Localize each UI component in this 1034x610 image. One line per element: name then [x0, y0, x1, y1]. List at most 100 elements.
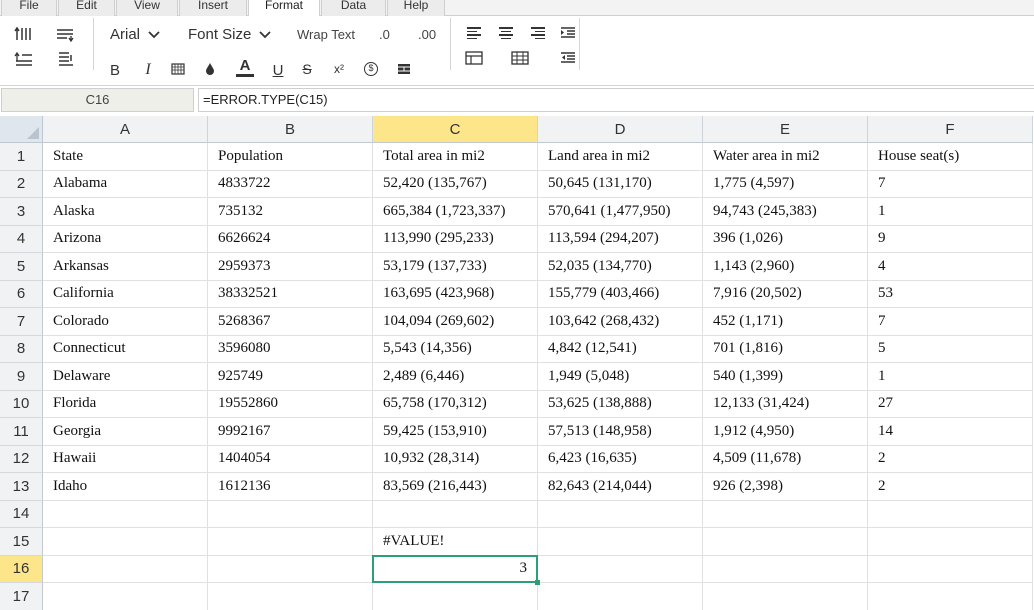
cell-d7[interactable]: 103,642 (268,432): [538, 308, 703, 336]
row-header-11[interactable]: 11: [0, 418, 43, 446]
cell-a10[interactable]: Florida: [43, 390, 208, 418]
cell-f11[interactable]: 14: [868, 418, 1033, 446]
cell-b1[interactable]: Population: [208, 143, 373, 171]
cell-a6[interactable]: California: [43, 280, 208, 308]
menu-tab-help[interactable]: Help: [387, 0, 445, 16]
cell-c6[interactable]: 163,695 (423,968): [373, 280, 538, 308]
indent-icon[interactable]: [557, 22, 579, 44]
cell-c5[interactable]: 53,179 (137,733): [373, 253, 538, 281]
underline-button[interactable]: U: [267, 59, 289, 81]
cell-reference-box[interactable]: C16: [1, 88, 194, 112]
cell-e1[interactable]: Water area in mi2: [703, 143, 868, 171]
cell-d8[interactable]: 4,842 (12,541): [538, 335, 703, 363]
cell-f1[interactable]: House seat(s): [868, 143, 1033, 171]
strikethrough-button[interactable]: S: [296, 58, 318, 80]
formula-input[interactable]: =ERROR.TYPE(C15): [198, 88, 1034, 112]
cell-d10[interactable]: 53,625 (138,888): [538, 390, 703, 418]
cell-b10[interactable]: 19552860: [208, 390, 373, 418]
cell-f16[interactable]: [868, 555, 1033, 583]
cell-a11[interactable]: Georgia: [43, 418, 208, 446]
row-header-12[interactable]: 12: [0, 445, 43, 473]
cell-b5[interactable]: 2959373: [208, 253, 373, 281]
cell-c14[interactable]: [373, 500, 538, 528]
column-header-a[interactable]: A: [43, 116, 208, 143]
cell-b14[interactable]: [208, 500, 373, 528]
column-header-d[interactable]: D: [538, 116, 703, 143]
cell-e15[interactable]: [703, 528, 868, 556]
cell-e2[interactable]: 1,775 (4,597): [703, 170, 868, 198]
cell-b6[interactable]: 38332521: [208, 280, 373, 308]
cell-c13[interactable]: 83,569 (216,443): [373, 473, 538, 501]
cell-a7[interactable]: Colorado: [43, 308, 208, 336]
merge-cells-icon[interactable]: [393, 58, 415, 80]
cell-d4[interactable]: 113,594 (294,207): [538, 225, 703, 253]
cell-f8[interactable]: 5: [868, 335, 1033, 363]
font-name-select[interactable]: Arial: [110, 26, 160, 43]
grid-table-icon[interactable]: [509, 47, 531, 69]
row-header-5[interactable]: 5: [0, 253, 43, 281]
cell-d5[interactable]: 52,035 (134,770): [538, 253, 703, 281]
table-icon[interactable]: [463, 47, 485, 69]
cell-a9[interactable]: Delaware: [43, 363, 208, 391]
cell-a12[interactable]: Hawaii: [43, 445, 208, 473]
cell-e10[interactable]: 12,133 (31,424): [703, 390, 868, 418]
italic-button[interactable]: I: [137, 59, 159, 81]
cell-d2[interactable]: 50,645 (131,170): [538, 170, 703, 198]
cell-e14[interactable]: [703, 500, 868, 528]
cell-a14[interactable]: [43, 500, 208, 528]
column-header-e[interactable]: E: [703, 116, 868, 143]
cell-a15[interactable]: [43, 528, 208, 556]
cell-e4[interactable]: 396 (1,026): [703, 225, 868, 253]
cell-a3[interactable]: Alaska: [43, 198, 208, 226]
cell-d13[interactable]: 82,643 (214,044): [538, 473, 703, 501]
bold-button[interactable]: B: [104, 59, 126, 81]
row-header-14[interactable]: 14: [0, 500, 43, 528]
menu-tab-view[interactable]: View: [116, 0, 178, 16]
cell-d12[interactable]: 6,423 (16,635): [538, 445, 703, 473]
cell-c17[interactable]: [373, 583, 538, 610]
cell-d1[interactable]: Land area in mi2: [538, 143, 703, 171]
row-header-7[interactable]: 7: [0, 308, 43, 336]
delete-column-icon[interactable]: [54, 48, 76, 70]
delete-row-icon[interactable]: [13, 48, 35, 70]
cell-a4[interactable]: Arizona: [43, 225, 208, 253]
row-header-2[interactable]: 2: [0, 170, 43, 198]
menu-tab-insert[interactable]: Insert: [179, 0, 247, 16]
cell-a8[interactable]: Connecticut: [43, 335, 208, 363]
cell-d17[interactable]: [538, 583, 703, 610]
row-header-16[interactable]: 16: [0, 555, 43, 583]
cell-d11[interactable]: 57,513 (148,958): [538, 418, 703, 446]
fill-color-icon[interactable]: [199, 58, 221, 80]
increase-decimal-button[interactable]: .00: [418, 27, 436, 42]
insert-row-above-icon[interactable]: [13, 23, 35, 45]
align-center-icon[interactable]: [495, 22, 517, 44]
cell-f4[interactable]: 9: [868, 225, 1033, 253]
cell-f14[interactable]: [868, 500, 1033, 528]
cell-b12[interactable]: 1404054: [208, 445, 373, 473]
cell-f7[interactable]: 7: [868, 308, 1033, 336]
cell-b4[interactable]: 6626624: [208, 225, 373, 253]
cell-a17[interactable]: [43, 583, 208, 610]
cell-d14[interactable]: [538, 500, 703, 528]
cell-a16[interactable]: [43, 555, 208, 583]
wrap-text-button[interactable]: Wrap Text: [297, 27, 355, 42]
cell-b13[interactable]: 1612136: [208, 473, 373, 501]
cell-b15[interactable]: [208, 528, 373, 556]
cell-f2[interactable]: 7: [868, 170, 1033, 198]
row-header-9[interactable]: 9: [0, 363, 43, 391]
cell-f10[interactable]: 27: [868, 390, 1033, 418]
cell-c12[interactable]: 10,932 (28,314): [373, 445, 538, 473]
column-header-b[interactable]: B: [208, 116, 373, 143]
cell-e17[interactable]: [703, 583, 868, 610]
cell-c11[interactable]: 59,425 (153,910): [373, 418, 538, 446]
align-right-icon[interactable]: [527, 22, 549, 44]
cell-b9[interactable]: 925749: [208, 363, 373, 391]
row-header-3[interactable]: 3: [0, 198, 43, 226]
menu-tab-edit[interactable]: Edit: [58, 0, 115, 16]
borders-icon[interactable]: [167, 58, 189, 80]
decrease-decimal-button[interactable]: .0: [379, 27, 390, 42]
cell-c7[interactable]: 104,094 (269,602): [373, 308, 538, 336]
row-header-8[interactable]: 8: [0, 335, 43, 363]
row-header-13[interactable]: 13: [0, 473, 43, 501]
cell-a13[interactable]: Idaho: [43, 473, 208, 501]
